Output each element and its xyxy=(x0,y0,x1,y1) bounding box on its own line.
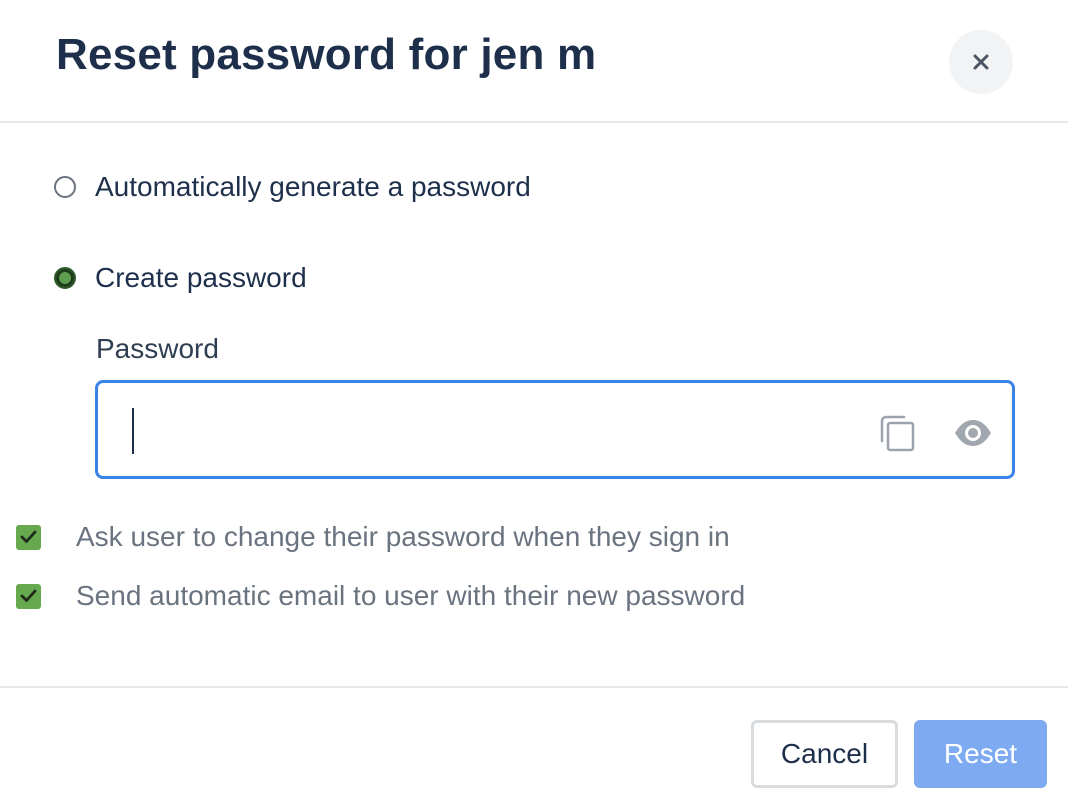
checkbox-send-email[interactable] xyxy=(16,583,41,609)
close-icon xyxy=(973,54,989,70)
radio-label-create-password: Create password xyxy=(95,262,307,293)
dialog-header: Reset password for jen m xyxy=(0,0,1068,123)
cancel-button[interactable]: Cancel xyxy=(751,720,898,788)
radio-option-auto-generate[interactable]: Automatically generate a password xyxy=(54,171,531,203)
checkbox-row-send-email[interactable]: Send automatic email to user with their … xyxy=(16,580,745,612)
checkbox-label-send-email: Send automatic email to user with their … xyxy=(76,580,746,611)
reset-password-dialog: Reset password for jen m Automatically g… xyxy=(0,0,1068,812)
radio-create-password[interactable] xyxy=(54,267,76,289)
text-caret xyxy=(132,408,134,454)
checkbox-label-change-password: Ask user to change their password when t… xyxy=(76,521,730,552)
dialog-title: Reset password for jen m xyxy=(56,30,597,79)
copy-icon[interactable] xyxy=(878,413,918,453)
checkmark-icon xyxy=(20,530,37,543)
password-field[interactable] xyxy=(95,380,1015,479)
password-label: Password xyxy=(96,333,219,364)
radio-label-auto-generate: Automatically generate a password xyxy=(95,171,531,202)
checkmark-icon xyxy=(20,589,37,602)
footer-divider xyxy=(0,686,1068,688)
eye-icon[interactable] xyxy=(953,415,993,451)
checkbox-row-change-password[interactable]: Ask user to change their password when t… xyxy=(16,521,730,553)
password-input[interactable] xyxy=(126,403,830,459)
reset-button[interactable]: Reset xyxy=(914,720,1047,788)
radio-auto-generate[interactable] xyxy=(54,176,76,198)
radio-option-create-password[interactable]: Create password xyxy=(54,262,307,294)
close-button[interactable] xyxy=(949,30,1013,94)
checkbox-change-password[interactable] xyxy=(16,524,41,550)
